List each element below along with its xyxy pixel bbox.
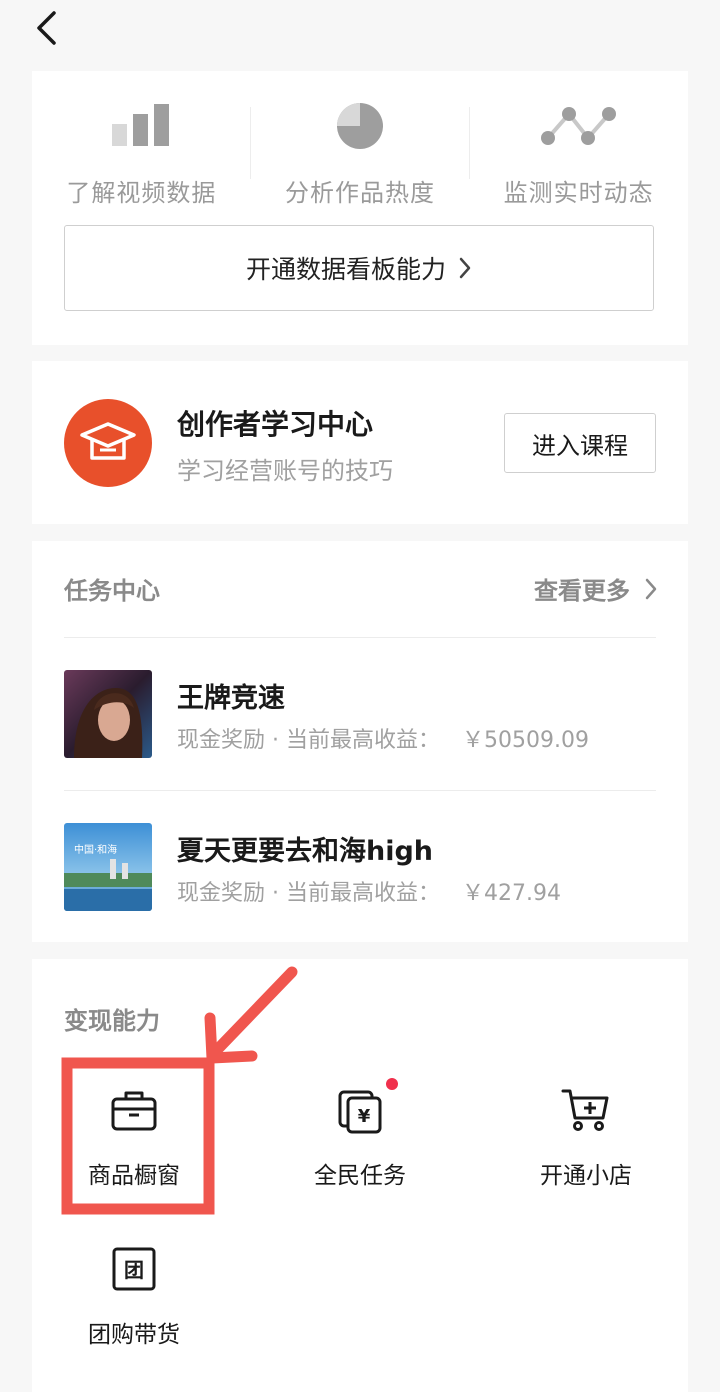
back-button[interactable] bbox=[26, 8, 66, 48]
task-center-heading: 任务中心 bbox=[64, 577, 160, 605]
task-item[interactable]: 中国·和海 夏天更要去和海high 现金奖励 · 当前最高收益： ￥427.94 bbox=[64, 823, 656, 923]
data-feature-list: 了解视频数据 分析作品热度 监测实时动态 bbox=[32, 99, 688, 229]
graduation-cap-icon bbox=[64, 399, 152, 487]
tool-product-showcase[interactable]: 商品橱窗 bbox=[44, 1084, 224, 1190]
task-description: 现金奖励 · 当前最高收益： bbox=[177, 881, 440, 906]
creator-services-page: 了解视频数据 分析作品热度 监测实时动态 开通数据看板能力 创作者学习中心 学习… bbox=[0, 0, 720, 1392]
enter-course-button[interactable]: 进入课程 bbox=[504, 413, 656, 473]
chevron-left-icon bbox=[37, 11, 56, 45]
tool-label: 全民任务 bbox=[314, 1163, 406, 1189]
tool-label: 商品橱窗 bbox=[88, 1163, 180, 1189]
learning-center-subtitle: 学习经营账号的技巧 bbox=[177, 457, 393, 485]
monetization-card: 变现能力 商品橱窗 ¥ 全民任务 开通小店 团 团购带货 bbox=[32, 959, 688, 1392]
tool-all-people-tasks[interactable]: ¥ 全民任务 bbox=[270, 1078, 450, 1190]
task-item[interactable]: 王牌竞速 现金奖励 · 当前最高收益： ￥50509.09 bbox=[64, 670, 656, 770]
feature-heat-analysis: 分析作品热度 bbox=[251, 99, 470, 229]
feature-label: 分析作品热度 bbox=[285, 179, 435, 207]
task-thumbnail bbox=[64, 670, 152, 758]
pie-chart-icon bbox=[335, 99, 385, 153]
feature-label: 监测实时动态 bbox=[503, 179, 654, 207]
bar-chart-icon bbox=[110, 99, 172, 153]
open-data-dashboard-label: 开通数据看板能力 bbox=[245, 255, 446, 284]
see-more-label: 查看更多 bbox=[534, 577, 630, 605]
data-dashboard-card: 了解视频数据 分析作品热度 监测实时动态 开通数据看板能力 bbox=[32, 71, 688, 345]
learning-center-title: 创作者学习中心 bbox=[177, 408, 374, 441]
feature-divider bbox=[469, 107, 470, 179]
tool-label: 团购带货 bbox=[88, 1322, 180, 1348]
yuan-cards-icon: ¥ bbox=[336, 1078, 398, 1136]
divider bbox=[64, 790, 656, 791]
divider bbox=[64, 637, 656, 638]
tool-label: 开通小店 bbox=[540, 1163, 632, 1189]
svg-text:团: 团 bbox=[124, 1258, 144, 1282]
chevron-right-icon bbox=[644, 577, 658, 601]
task-title: 夏天更要去和海high bbox=[177, 836, 434, 867]
task-description: 现金奖励 · 当前最高收益： bbox=[177, 728, 440, 753]
open-data-dashboard-button[interactable]: 开通数据看板能力 bbox=[64, 225, 654, 311]
feature-realtime-monitor: 监测实时动态 bbox=[469, 99, 688, 229]
tool-open-store[interactable]: 开通小店 bbox=[496, 1084, 676, 1190]
line-trend-icon bbox=[540, 99, 618, 153]
notification-badge bbox=[386, 1078, 398, 1090]
monetization-heading: 变现能力 bbox=[64, 1007, 160, 1035]
task-thumbnail: 中国·和海 bbox=[64, 823, 152, 911]
learning-center-card: 创作者学习中心 学习经营账号的技巧 进入课程 bbox=[32, 361, 688, 524]
svg-text:¥: ¥ bbox=[358, 1106, 371, 1127]
task-reward: ￥50509.09 bbox=[462, 728, 589, 753]
task-title: 王牌竞速 bbox=[177, 683, 285, 714]
feature-divider bbox=[250, 107, 251, 179]
task-reward: ￥427.94 bbox=[462, 881, 561, 906]
group-buy-icon: 团 bbox=[111, 1243, 157, 1295]
cart-add-icon bbox=[561, 1084, 611, 1136]
feature-video-data: 了解视频数据 bbox=[32, 99, 251, 229]
tool-group-buy[interactable]: 团 团购带货 bbox=[44, 1243, 224, 1349]
task-center-card: 任务中心 查看更多 王牌竞速 现金奖励 · 当前最高收益： ￥50509.09 … bbox=[32, 541, 688, 942]
chevron-right-icon bbox=[458, 256, 472, 280]
svg-text:中国·和海: 中国·和海 bbox=[74, 843, 117, 856]
briefcase-icon bbox=[110, 1084, 158, 1136]
see-more-link[interactable]: 查看更多 bbox=[534, 571, 658, 606]
feature-label: 了解视频数据 bbox=[66, 179, 217, 207]
